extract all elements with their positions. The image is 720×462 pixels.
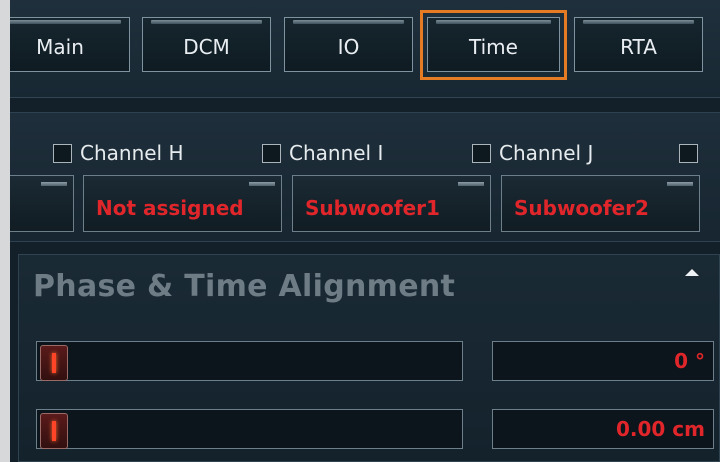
tab-dcm-label: DCM xyxy=(183,34,230,59)
tab-dcm[interactable]: DCM xyxy=(142,17,271,72)
channel-h-assignment[interactable]: Not assigned xyxy=(83,175,282,232)
phase-slider-handle[interactable] xyxy=(40,345,68,381)
phase-slider[interactable] xyxy=(36,341,463,381)
tab-io[interactable]: IO xyxy=(284,17,413,72)
channel-h-assignment-value: Not assigned xyxy=(96,195,244,220)
tab-rta-label: RTA xyxy=(620,34,657,59)
time-value-field[interactable]: 0.00 cm xyxy=(492,409,714,449)
phase-value-field[interactable]: 0 ° xyxy=(492,341,714,381)
tab-io-label: IO xyxy=(337,34,360,59)
channel-h-header: Channel H xyxy=(53,140,184,166)
channel-h-label: Channel H xyxy=(80,141,184,165)
panel-title: Phase & Time Alignment xyxy=(33,269,456,304)
channel-h-checkbox[interactable] xyxy=(53,143,72,163)
tab-main-label: Main xyxy=(36,34,84,59)
channel-j-assignment[interactable]: Subwoofer2 xyxy=(501,175,700,232)
channel-k-checkbox[interactable] xyxy=(679,143,698,163)
time-slider-handle[interactable] xyxy=(40,413,68,449)
tab-rta[interactable]: RTA xyxy=(574,17,703,72)
nav-bar: Main DCM IO Time RTA xyxy=(10,0,720,98)
phase-time-panel: Phase & Time Alignment 0 ° 0.00 cm xyxy=(18,254,720,462)
collapse-arrow-icon[interactable] xyxy=(685,269,699,276)
app-window: Main DCM IO Time RTA Channel H Channel I… xyxy=(10,0,720,462)
channel-j-header: Channel J xyxy=(472,140,593,166)
channel-panel: Channel H Channel I Channel J ed Not ass… xyxy=(10,112,720,242)
channel-k-header xyxy=(679,140,706,166)
channel-j-checkbox[interactable] xyxy=(472,143,491,163)
channel-i-assignment-value: Subwoofer1 xyxy=(305,195,440,220)
tab-time[interactable]: Time xyxy=(427,17,560,72)
channel-g-assignment[interactable]: ed xyxy=(10,175,74,232)
channel-i-label: Channel I xyxy=(289,141,384,165)
channel-j-assignment-value: Subwoofer2 xyxy=(514,195,649,220)
tab-main[interactable]: Main xyxy=(10,17,130,72)
channel-i-header: Channel I xyxy=(262,140,383,166)
channel-i-assignment[interactable]: Subwoofer1 xyxy=(292,175,491,232)
channel-j-label: Channel J xyxy=(499,141,594,165)
time-slider[interactable] xyxy=(36,409,463,449)
channel-i-checkbox[interactable] xyxy=(262,143,281,163)
tab-time-label: Time xyxy=(469,34,518,59)
